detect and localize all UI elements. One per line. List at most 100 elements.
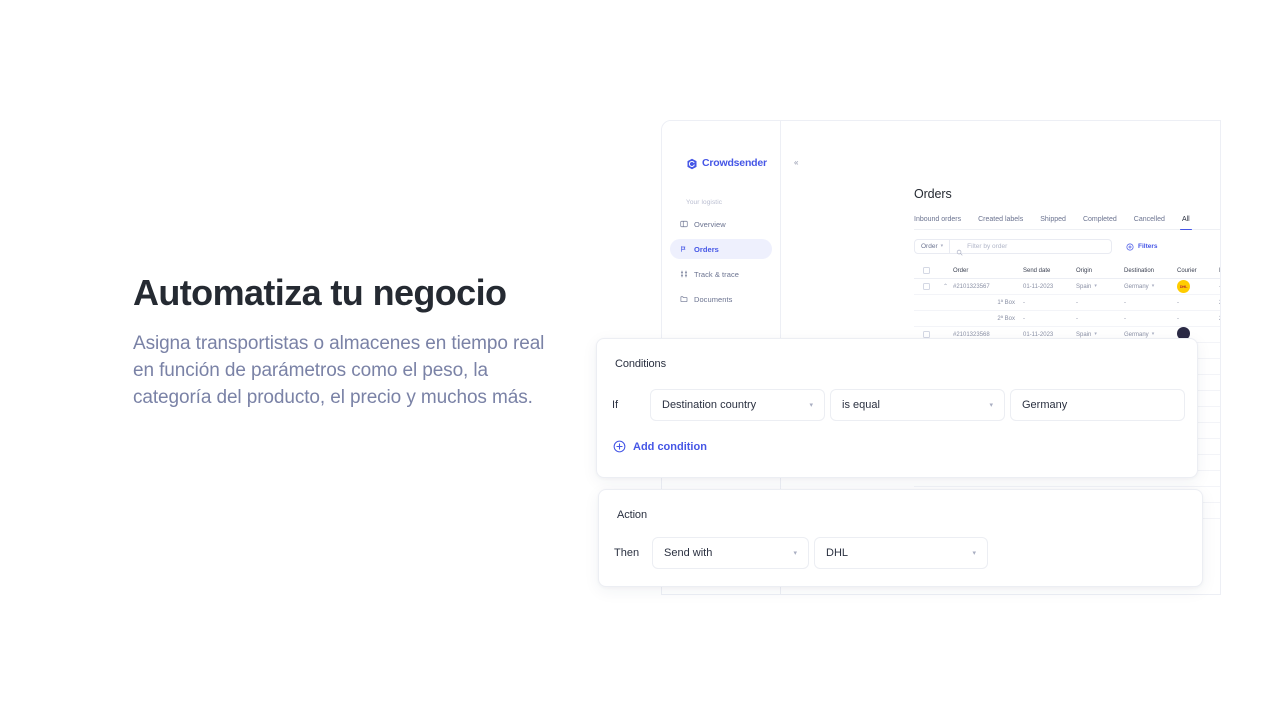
courier-badge-dhl: DHL [1177,280,1190,293]
cell-items: 2 items [1219,300,1220,306]
cell-courier: - [1177,315,1179,322]
condition-row: If Destination country ▾ is equal ▾ Germ… [612,389,1185,421]
filters-button[interactable]: Filters [1126,242,1158,251]
action-carrier-value: DHL [826,547,849,559]
sidebar-item-label: Orders [694,244,719,254]
condition-field-select[interactable]: Destination country ▾ [650,389,825,421]
chevron-down-icon: ▾ [940,243,944,249]
conditions-title: Conditions [615,358,666,370]
sidebar-item-documents[interactable]: Documents [670,289,772,309]
add-condition-button[interactable]: Add condition [613,440,707,453]
condition-operator-value: is equal [842,399,880,411]
cell-origin: - [1076,299,1078,306]
brand-logo[interactable]: Crowdsender [662,157,780,170]
chevron-down-icon: ▾ [793,550,797,557]
row-checkbox[interactable] [914,283,938,290]
order-type-select[interactable]: Order ▾ [915,240,951,253]
folder-icon [680,295,688,303]
brand-name: Crowdsender [702,157,767,169]
action-carrier-select[interactable]: DHL ▾ [814,537,988,569]
cell-courier: DHL [1177,280,1219,293]
order-type-label: Order [921,243,938,250]
action-title: Action [617,509,647,521]
select-all-checkbox[interactable] [914,267,938,274]
sidebar-item-orders[interactable]: Orders [670,239,772,259]
cell-destination[interactable]: Germany▾ [1124,284,1177,290]
tab-cancelled[interactable]: Cancelled [1134,216,1165,223]
cell-send-date: - [1023,299,1025,306]
tab-completed[interactable]: Completed [1083,216,1117,223]
table-row[interactable]: 2ª Box - - - - 23 items 03-11-2023 CO930… [914,311,1220,327]
sidebar-item-label: Documents [694,294,733,304]
table-row[interactable]: ⌃ #2101323567 01-11-2023 Spain ▾ Germany ▾… [914,279,1220,295]
page-root: Automatiza tu negocio Asigna transportis… [0,0,1280,720]
orders-page-title: Orders [914,187,952,201]
layout-icon [680,220,688,228]
col-origin: Origin [1076,267,1093,274]
condition-value: Germany [1022,399,1068,411]
condition-operator-select[interactable]: is equal ▾ [830,389,1005,421]
sidebar-nav: Overview Orders Track & trace Documents [662,214,780,309]
col-order: Order [953,267,969,274]
tab-inbound-orders[interactable]: Inbound orders [914,216,961,223]
crowdsender-logo-icon [686,157,698,170]
cell-origin[interactable]: Spain▾ [1076,284,1124,290]
col-items: Items [1219,267,1221,274]
cell-destination: - [1124,299,1126,306]
cell-destination: - [1124,315,1126,322]
cell-origin[interactable]: Spain▾ [1076,332,1124,338]
route-icon [680,270,688,278]
add-condition-label: Add condition [633,440,707,453]
search-bar[interactable]: Order ▾ Filter by order [914,239,1112,256]
orders-tabs: Inbound orders Created labels Shipped Co… [914,216,1220,230]
expand-row-icon[interactable]: ⌃ [938,283,953,290]
chevron-down-icon: ▾ [809,402,813,409]
cell-origin: - [1076,315,1078,322]
cell-order: 1ª Box [997,299,1015,306]
cell-order: #2101323568 [953,331,990,338]
hero-body-text: Asigna transportistas o almacenes en tie… [133,333,545,409]
action-type-select[interactable]: Send with ▾ [652,537,809,569]
page-title: Automatiza tu negocio [133,272,507,313]
cell-send-date: - [1023,315,1025,322]
col-send-date: Send date [1023,267,1051,274]
condition-value-input[interactable]: Germany [1010,389,1185,421]
cell-send-date: 01-11-2023 [1023,331,1054,338]
orders-toolbar: Order ▾ Filter by order Filters [914,239,1214,256]
then-label: Then [614,547,640,559]
chevron-down-icon: ▾ [989,402,993,409]
cell-order: #2101323567 [953,283,990,290]
row-checkbox[interactable] [914,331,938,338]
if-label: If [612,399,619,411]
hero-copy: Automatiza tu negocio Asigna transportis… [133,272,553,412]
search-icon [956,243,963,256]
col-courier: Courier [1177,267,1197,274]
tab-all[interactable]: All [1179,216,1192,230]
action-row: Then Send with ▾ DHL ▾ [614,537,988,569]
plus-circle-icon [613,440,626,453]
cell-items: - [1219,283,1221,290]
table-header-row: Order Send date Origin Destination Couri… [914,263,1220,279]
plus-circle-icon [1126,242,1134,251]
sidebar-item-track-and-trace[interactable]: Track & trace [670,264,772,284]
sidebar-item-overview[interactable]: Overview [670,214,772,234]
condition-field-value: Destination country [662,399,757,411]
chevron-down-icon: ▾ [972,550,976,557]
cell-destination[interactable]: Germany▾ [1124,332,1177,338]
cell-courier: - [1177,299,1179,306]
cell-items: 23 items [1219,316,1220,322]
col-destination: Destination [1124,267,1155,274]
flag-icon [680,245,688,253]
sidebar-item-label: Overview [694,219,726,229]
collapse-sidebar-icon[interactable]: « [794,159,798,167]
search-input[interactable]: Filter by order [967,243,1007,250]
sidebar-item-label: Track & trace [694,269,739,279]
action-type-value: Send with [664,547,713,559]
table-row[interactable]: 1ª Box - - - - 2 items 03-11-2023 003404… [914,295,1220,311]
cell-send-date: 01-11-2023 [1023,283,1054,290]
tab-created-labels[interactable]: Created labels [978,216,1023,223]
cell-order: 2ª Box [997,315,1015,322]
tab-shipped[interactable]: Shipped [1040,216,1066,223]
sidebar-section-label: Your logistic [686,199,723,206]
filters-label: Filters [1138,243,1158,250]
